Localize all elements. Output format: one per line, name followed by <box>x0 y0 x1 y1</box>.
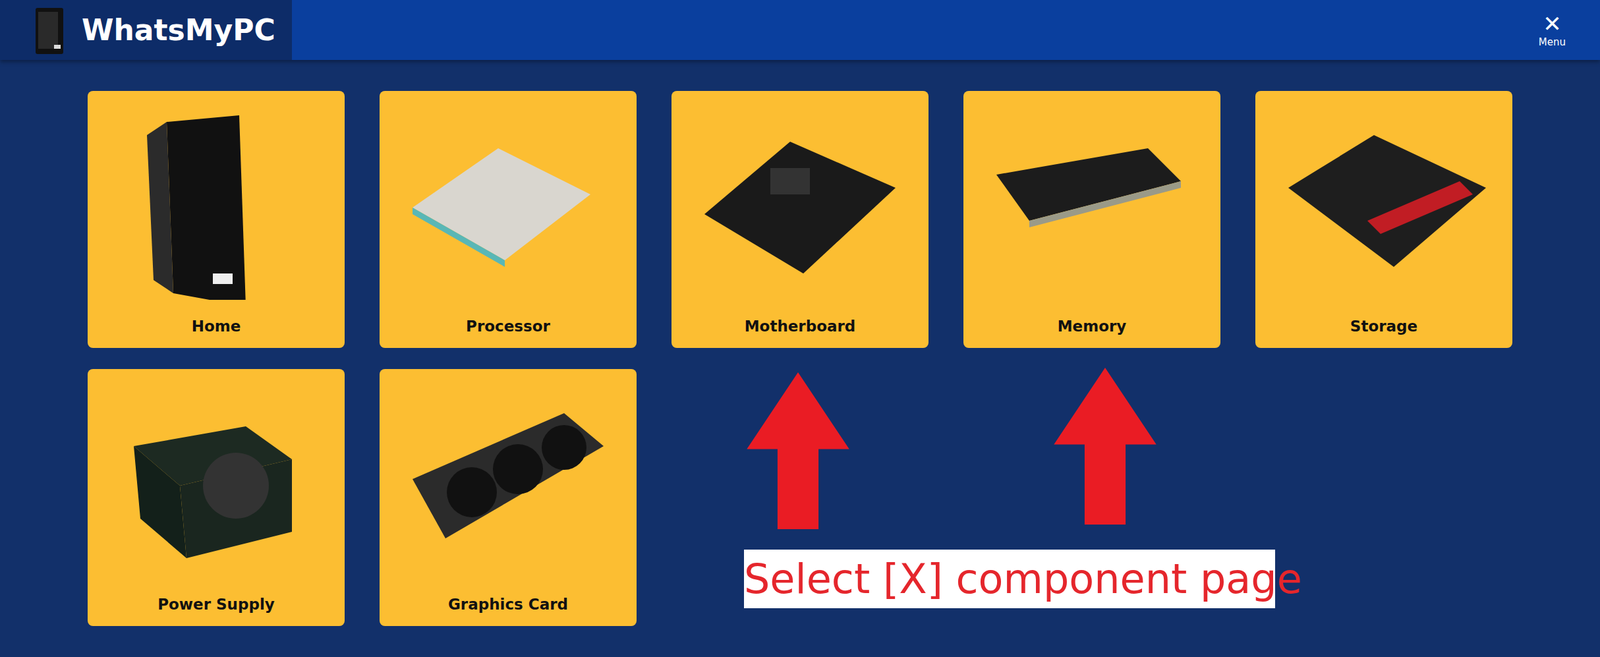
component-photo <box>970 90 1214 318</box>
card-label: Memory <box>1057 317 1127 335</box>
up-arrow-icon <box>745 372 851 530</box>
card-label: Processor <box>465 317 551 335</box>
header-spacer <box>291 0 1526 60</box>
component-image-icon <box>691 108 909 300</box>
component-image-icon <box>399 386 617 578</box>
close-icon: ✕ <box>1542 12 1562 35</box>
component-card[interactable]: Motherboard <box>671 90 929 348</box>
component-card[interactable]: Home <box>87 90 345 348</box>
component-image-icon <box>1275 108 1493 300</box>
menu-label: Menu <box>1538 36 1566 49</box>
component-photo <box>678 90 922 318</box>
component-photo <box>386 90 630 318</box>
component-card[interactable]: Storage <box>1255 90 1513 348</box>
component-photo <box>94 369 339 596</box>
component-image-icon <box>983 108 1201 300</box>
component-photo <box>1261 90 1506 318</box>
card-label: Home <box>191 317 242 335</box>
component-photo <box>386 369 630 596</box>
header-bar: WhatsMyPC ✕Menu <box>0 0 1600 60</box>
component-card[interactable]: Power Supply <box>87 369 345 627</box>
component-image-icon <box>399 108 617 300</box>
component-card[interactable]: Graphics Card <box>379 369 637 627</box>
card-label: Motherboard <box>744 317 857 335</box>
pc-case-icon <box>30 5 68 56</box>
component-grid: Home Processor Motherboard Memory Storage Pow… <box>0 59 1600 627</box>
menu-button[interactable]: ✕Menu <box>1525 0 1600 60</box>
card-label: Storage <box>1350 317 1418 335</box>
up-arrow-icon <box>1052 367 1158 525</box>
component-image-icon <box>107 108 325 300</box>
component-photo <box>94 90 339 318</box>
annotation-label: Select [X] component page <box>743 549 1276 609</box>
component-card[interactable]: Processor <box>379 90 637 348</box>
component-card[interactable]: Memory <box>963 90 1221 348</box>
card-label: Graphics Card <box>448 595 569 613</box>
component-image-icon <box>107 386 325 578</box>
card-label: Power Supply <box>157 595 275 613</box>
logo-text: WhatsMyPC <box>81 13 276 47</box>
logo[interactable]: WhatsMyPC <box>0 0 292 60</box>
